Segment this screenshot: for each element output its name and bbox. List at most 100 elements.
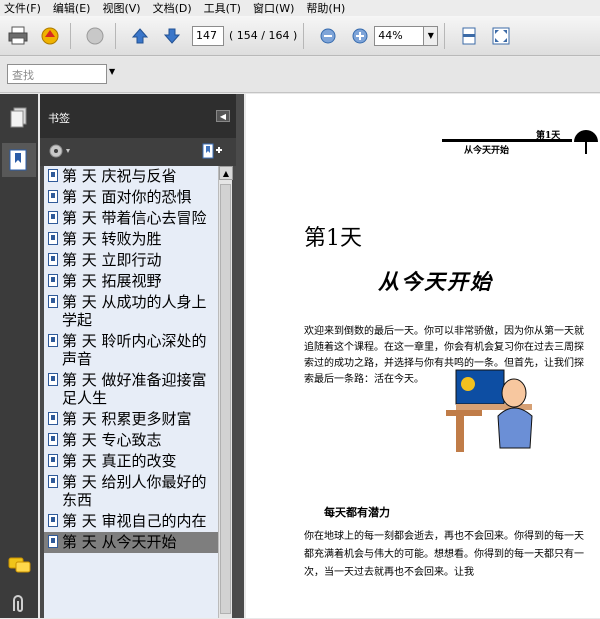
pages-icon (10, 107, 27, 128)
printer-icon (8, 26, 28, 44)
bookmark-item[interactable]: 第 天 面对你的恐惧 (44, 187, 218, 208)
illustration-image (446, 369, 533, 452)
menu-file[interactable]: 文件(F) (4, 0, 41, 16)
bookmark-item[interactable]: 第 天 专心致志 (44, 430, 218, 451)
bookmark-page-icon (48, 535, 58, 548)
next-page-button[interactable] (158, 22, 186, 50)
zoom-out-button[interactable] (314, 22, 342, 50)
bookmark-page-icon (48, 169, 58, 182)
bookmark-page-icon (48, 454, 58, 467)
left-navigation-rail (0, 94, 38, 618)
find-options-dropdown[interactable]: ▼ (109, 67, 115, 76)
bookmark-page-icon (48, 334, 58, 347)
share-button[interactable] (81, 22, 109, 50)
bookmark-page-icon (48, 373, 58, 386)
zoom-in-button[interactable] (346, 22, 374, 50)
bookmark-item[interactable]: 第 天 做好准备迎接富足人生 (44, 370, 218, 409)
bookmark-item[interactable]: 第 天 从成功的人身上学起 (44, 292, 218, 331)
bookmark-item[interactable]: 第 天 积累更多财富 (44, 409, 218, 430)
body-paragraph: 你在地球上的每一刻都会逝去，再也不会回来。你得到的每一天都充满着机会与伟大的可能… (304, 531, 584, 578)
fit-page-icon (462, 27, 476, 44)
chapter-title: 从今天开始 (378, 269, 493, 294)
comments-button[interactable] (8, 557, 32, 578)
menu-tools[interactable]: 工具(T) (204, 0, 241, 16)
gear-icon (49, 144, 70, 158)
bookmark-item[interactable]: 第 天 真正的改变 (44, 451, 218, 472)
page-header-title: 从今天开始 (464, 146, 510, 156)
zoom-out-icon (320, 28, 336, 43)
scroll-up-button[interactable]: ▲ (219, 166, 233, 180)
find-bar: 查找 ▼ (0, 57, 600, 93)
page-number-input[interactable]: 147 (192, 25, 224, 46)
fit-width-button[interactable] (455, 22, 483, 50)
bookmark-page-icon (48, 232, 58, 245)
bookmark-item[interactable]: 第 天 立即行动 (44, 250, 218, 271)
new-bookmark-button[interactable] (200, 142, 224, 163)
bookmark-item[interactable]: 第 天 拓展视野 (44, 271, 218, 292)
print-button[interactable] (4, 22, 32, 50)
menu-edit[interactable]: 编辑(E) (53, 0, 91, 16)
menu-view[interactable]: 视图(V) (102, 0, 140, 16)
pages-button[interactable] (9, 107, 29, 132)
header-rule (442, 139, 572, 142)
full-screen-button[interactable] (487, 22, 515, 50)
scroll-thumb[interactable] (220, 184, 231, 614)
arrow-up-icon (131, 27, 149, 43)
create-pdf-icon (41, 27, 59, 44)
collapse-panel-button[interactable]: ◀ (216, 110, 230, 122)
toolbar-separator (303, 22, 305, 49)
bookmark-page-icon (48, 253, 58, 266)
zoom-dropdown-button[interactable]: ▼ (424, 25, 439, 46)
bookmark-page-icon (48, 295, 58, 308)
attachments-button[interactable] (9, 594, 27, 619)
options-menu-button[interactable] (48, 142, 72, 163)
arrow-down-icon (163, 28, 181, 44)
create-pdf-button[interactable] (36, 22, 64, 50)
bookmark-page-icon (48, 475, 58, 488)
paperclip-icon (13, 595, 23, 612)
section-subheading: 每天都有潜力 (324, 506, 390, 519)
bookmark-item[interactable]: 第 天 带着信心去冒险 (44, 208, 218, 229)
share-icon (86, 27, 104, 44)
bookmarks-panel-title: 书签 (48, 112, 70, 125)
new-bookmark-icon (202, 143, 222, 159)
page-count-label: ( 154 / 164 ) (229, 29, 298, 42)
toolbar-separator (115, 22, 116, 49)
chapter-heading: 第1天 (304, 226, 362, 251)
bookmark-item[interactable]: 第 天 庆祝与反省 (44, 166, 218, 187)
toolbar: 147 ( 154 / 164 ) 44% ▼ (0, 16, 600, 56)
toolbar-separator (70, 22, 71, 49)
document-page: 第1天 从今天开始 第1天 从今天开始 欢迎来到倒数的最后一天。你可以非常骄傲，… (246, 94, 600, 618)
zoom-in-icon (352, 28, 368, 43)
find-input[interactable]: 查找 (7, 64, 107, 84)
bookmark-page-icon (48, 514, 58, 527)
bookmark-item[interactable]: 第 天 转败为胜 (44, 229, 218, 250)
bookmark-item-selected[interactable]: 第 天 从今天开始 (44, 532, 218, 553)
toolbar-separator (444, 22, 446, 49)
umbrella-icon (574, 130, 598, 154)
menu-document[interactable]: 文档(D) (153, 0, 192, 16)
bookmarks-toolbar (40, 138, 236, 166)
bookmark-scrollbar[interactable]: ▲ (218, 166, 233, 618)
bookmark-item[interactable]: 第 天 给别人你最好的东西 (44, 472, 218, 511)
comment-icon (8, 557, 31, 573)
menu-bar: 文件(F) 编辑(E) 视图(V) 文档(D) 工具(T) 窗口(W) 帮助(H… (0, 0, 600, 16)
panel-splitter[interactable] (236, 94, 244, 618)
bookmark-page-icon (48, 412, 58, 425)
bookmarks-panel-header: 书签 ◀ (40, 94, 236, 138)
bookmark-page-icon (48, 190, 58, 203)
bookmark-page-icon (48, 433, 58, 446)
bookmark-page-icon (48, 274, 58, 287)
prev-page-button[interactable] (126, 22, 154, 50)
bookmark-item[interactable]: 第 天 审视自己的内在 (44, 511, 218, 532)
menu-window[interactable]: 窗口(W) (253, 0, 294, 16)
bookmarks-panel: 书签 ◀ 第 天 庆祝与反省 第 天 面对你的恐惧 第 天 带着信心去冒险 第 … (40, 94, 236, 618)
bookmark-page-icon (48, 211, 58, 224)
menu-help[interactable]: 帮助(H) (306, 0, 345, 16)
zoom-input[interactable]: 44% (374, 25, 425, 46)
bookmark-item[interactable]: 第 天 聆听内心深处的声音 (44, 331, 218, 370)
bookmark-icon (9, 149, 27, 171)
bookmarks-button[interactable] (2, 143, 36, 177)
fullscreen-icon (492, 27, 510, 44)
bookmark-list: 第 天 庆祝与反省 第 天 面对你的恐惧 第 天 带着信心去冒险 第 天 转败为… (44, 166, 218, 618)
